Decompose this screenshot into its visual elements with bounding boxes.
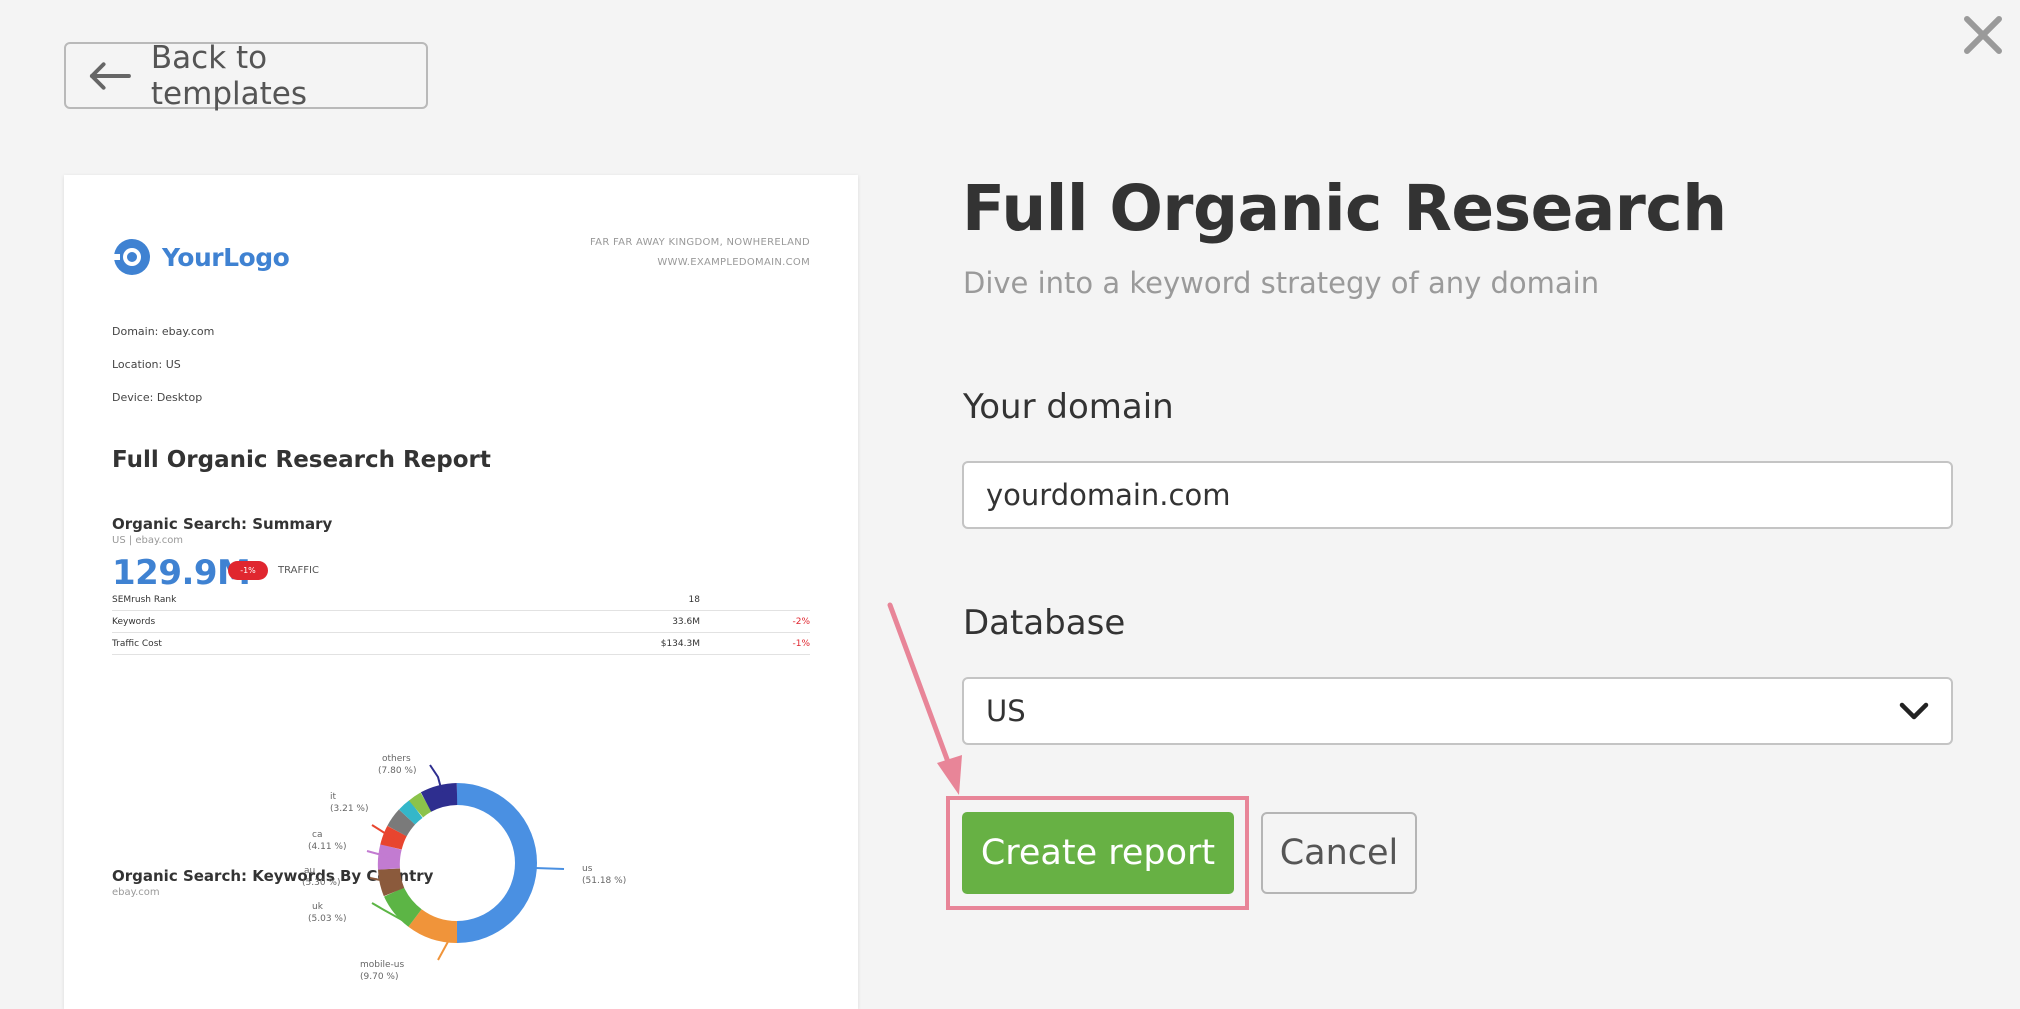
donut-segment-au [378,868,405,897]
chevron-down-icon [1899,702,1929,720]
donut-pct-us: (51.18 %) [582,876,626,886]
donut-pct-ca: (4.11 %) [308,842,346,852]
keywords-by-country-donut: others (7.80 %) it (3.21 %) ca (4.11 %) … [302,754,626,982]
cancel-button[interactable]: Cancel [1261,812,1417,894]
donut-segment-mobile-us [408,908,458,944]
database-selected-value: US [986,694,1026,728]
database-label: Database [963,603,1126,643]
database-select[interactable]: US [962,677,1953,745]
donut-segment-uk [384,886,423,927]
page-subtitle: Dive into a keyword strategy of any doma… [963,266,1600,300]
donut-label-ca: ca [312,830,322,840]
donut-pct-uk: (5.03 %) [308,914,346,924]
close-icon [1964,16,2002,54]
donut-label-mobile-us: mobile-us [360,960,404,970]
close-button[interactable] [1958,10,2008,60]
arrow-left-icon [89,61,131,90]
donut-label-it: it [330,792,337,802]
domain-label: Your domain [963,387,1174,427]
donut-pct-others: (7.80 %) [378,766,416,776]
donut-label-us: us [582,864,593,874]
page-title: Full Organic Research [962,172,1727,245]
back-to-templates-button[interactable]: Back to templates [64,39,428,112]
donut-label-au: au [304,866,315,876]
domain-input[interactable] [962,461,1953,529]
donut-label-others: others [382,754,411,764]
donut-label-uk: uk [312,902,324,912]
create-report-button[interactable]: Create report [962,812,1234,894]
donut-segment-misc3 [408,792,432,818]
report-preview: YourLogo FAR FAR AWAY KINGDOM, NOWHERELA… [64,175,858,1009]
donut-segment-ca [377,844,402,870]
donut-pct-au: (5.30 %) [302,878,340,888]
donut-segment-others [420,783,458,812]
donut-segment-misc2 [399,800,423,825]
donut-pct-it: (3.21 %) [330,804,368,814]
donut-pct-mobile-us: (9.70 %) [360,972,398,982]
donut-segment-us [456,783,537,943]
back-to-templates-label: Back to templates [150,39,307,112]
donut-segment-misc1 [387,809,416,837]
